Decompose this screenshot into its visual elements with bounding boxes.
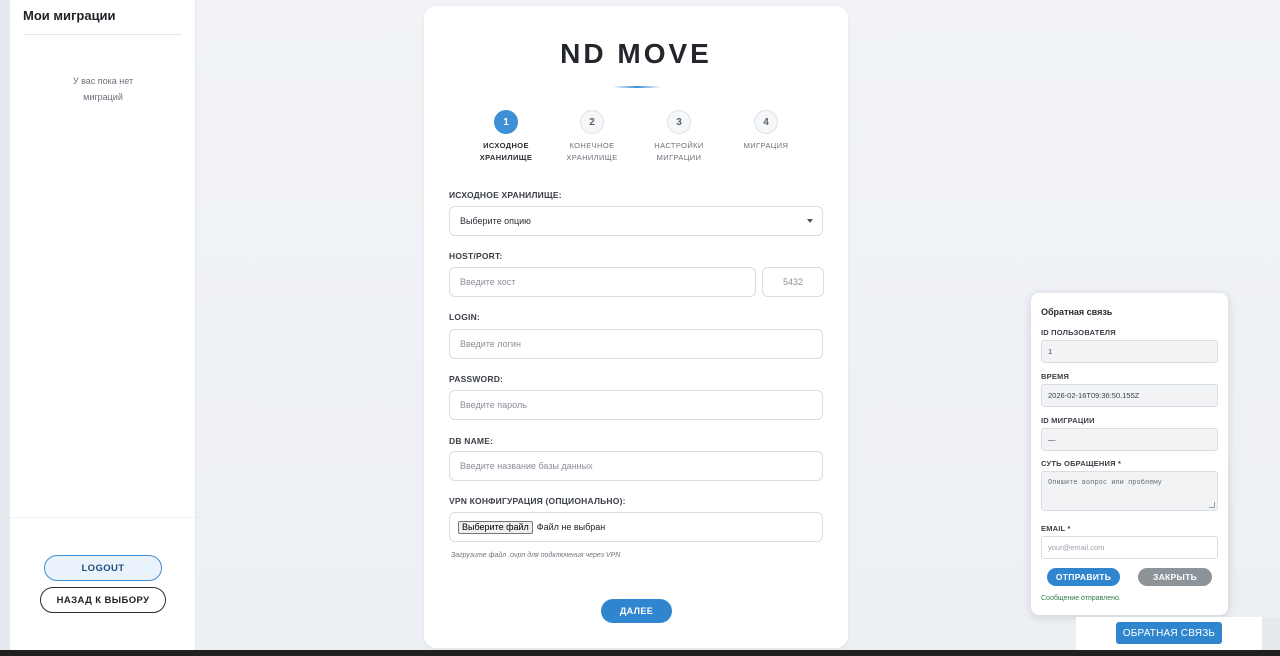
host-port-label: HOST/PORT: bbox=[449, 251, 503, 261]
sidebar-empty-message: У вас пока нет миграций bbox=[50, 73, 156, 105]
login-placeholder: Введите логин bbox=[460, 339, 521, 349]
resize-grip-icon[interactable] bbox=[1209, 502, 1215, 508]
step-4[interactable]: 4 МИГРАЦИЯ bbox=[726, 110, 806, 152]
step-label-line: МИГРАЦИИ bbox=[656, 153, 702, 162]
migration-id-value: — bbox=[1048, 435, 1056, 444]
nd-move-logo: ND MOVE bbox=[560, 38, 712, 69]
login-label: LOGIN: bbox=[449, 312, 480, 322]
subject-textarea[interactable]: Опишите вопрос или проблему bbox=[1041, 471, 1218, 511]
vpn-file-field: Выберите файл Файл не выбран bbox=[449, 512, 823, 542]
sidebar: Мои миграции У вас пока нет миграций LOG… bbox=[10, 0, 196, 650]
status-message: Сообщение отправлено. bbox=[1041, 595, 1121, 602]
step-label-line: ИСХОДНОЕ bbox=[483, 141, 529, 150]
email-label: EMAIL * bbox=[1041, 524, 1071, 533]
user-id-label: ID ПОЛЬЗОВАТЕЛЯ bbox=[1041, 328, 1116, 337]
feedback-panel: Обратная связь ID ПОЛЬЗОВАТЕЛЯ 1 ВРЕМЯ 2… bbox=[1031, 293, 1228, 615]
step-label: МИГРАЦИЯ bbox=[726, 140, 806, 152]
step-label-line: КОНЕЧНОЕ bbox=[569, 141, 615, 150]
dbname-input[interactable]: Введите название базы данных bbox=[449, 451, 823, 481]
source-storage-value: Выберите опцию bbox=[460, 216, 531, 226]
subject-label: СУТЬ ОБРАЩЕНИЯ * bbox=[1041, 459, 1122, 468]
dbname-placeholder: Введите название базы данных bbox=[460, 461, 593, 471]
migration-wizard-card: ND MOVE 1 ИСХОДНОЕ ХРАНИЛИЩЕ 2 КОНЕЧНОЕ … bbox=[424, 6, 848, 648]
source-storage-select[interactable]: Выберите опцию bbox=[449, 206, 823, 236]
step-number: 4 bbox=[754, 110, 778, 134]
next-button[interactable]: ДАЛЕЕ bbox=[601, 599, 672, 623]
step-label: НАСТРОЙКИ МИГРАЦИИ bbox=[639, 140, 719, 164]
subject-placeholder: Опишите вопрос или проблему bbox=[1048, 478, 1162, 486]
host-placeholder: Введите хост bbox=[460, 277, 516, 287]
step-number: 3 bbox=[667, 110, 691, 134]
user-id-value: 1 bbox=[1048, 347, 1053, 356]
step-label-line: ХРАНИЛИЩЕ bbox=[479, 153, 533, 162]
left-edge-strip bbox=[0, 0, 10, 650]
sidebar-empty-line: миграций bbox=[83, 92, 123, 102]
step-2[interactable]: 2 КОНЕЧНОЕ ХРАНИЛИЩЕ bbox=[552, 110, 632, 164]
source-storage-label: ИСХОДНОЕ ХРАНИЛИЩЕ: bbox=[449, 190, 562, 200]
file-status: Файл не выбран bbox=[536, 522, 606, 532]
dbname-label: DB NAME: bbox=[449, 436, 494, 446]
sidebar-divider bbox=[23, 34, 182, 35]
step-label: КОНЕЧНОЕ ХРАНИЛИЩЕ bbox=[552, 140, 632, 164]
vpn-hint: Загрузите файл .ovpn для подключения чер… bbox=[451, 552, 621, 559]
email-placeholder: your@email.com bbox=[1048, 543, 1105, 552]
step-number: 1 bbox=[494, 110, 518, 134]
user-id-field: 1 bbox=[1041, 340, 1218, 363]
sidebar-title: Мои миграции bbox=[23, 8, 116, 23]
feedback-title: Обратная связь bbox=[1041, 307, 1113, 317]
vpn-config-label: VPN КОНФИГУРАЦИЯ (ОПЦИОНАЛЬНО): bbox=[449, 496, 626, 506]
step-number: 2 bbox=[580, 110, 604, 134]
close-button[interactable]: ЗАКРЫТЬ bbox=[1138, 568, 1212, 586]
time-value: 2026-02-16T09:36:50.155Z bbox=[1048, 391, 1140, 400]
step-label-line: НАСТРОЙКИ bbox=[654, 141, 704, 150]
step-1[interactable]: 1 ИСХОДНОЕ ХРАНИЛИЩЕ bbox=[466, 110, 546, 164]
sidebar-bottom-divider bbox=[10, 517, 195, 518]
step-label: ИСХОДНОЕ ХРАНИЛИЩЕ bbox=[466, 140, 546, 164]
password-placeholder: Введите пароль bbox=[460, 400, 527, 410]
migration-id-label: ID МИГРАЦИИ bbox=[1041, 416, 1095, 425]
feedback-tab-button[interactable]: ОБРАТНАЯ СВЯЗЬ bbox=[1116, 622, 1222, 644]
port-placeholder: 5432 bbox=[782, 277, 804, 287]
sidebar-empty-line: У вас пока нет bbox=[72, 76, 134, 86]
port-input[interactable]: 5432 bbox=[762, 267, 824, 297]
email-input[interactable]: your@email.com bbox=[1041, 536, 1218, 559]
choose-file-button[interactable]: Выберите файл bbox=[458, 520, 533, 534]
time-label: ВРЕМЯ bbox=[1041, 372, 1070, 381]
step-3[interactable]: 3 НАСТРОЙКИ МИГРАЦИИ bbox=[639, 110, 719, 164]
back-to-selection-button[interactable]: НАЗАД К ВЫБОРУ bbox=[40, 587, 166, 613]
migration-id-field: — bbox=[1041, 428, 1218, 451]
step-label-line: МИГРАЦИЯ bbox=[743, 141, 789, 150]
time-field: 2026-02-16T09:36:50.155Z bbox=[1041, 384, 1218, 407]
login-input[interactable]: Введите логин bbox=[449, 329, 823, 359]
logo-underline bbox=[613, 86, 661, 88]
step-label-line: ХРАНИЛИЩЕ bbox=[566, 153, 618, 162]
taskbar bbox=[0, 650, 1280, 656]
password-input[interactable]: Введите пароль bbox=[449, 390, 823, 420]
password-label: PASSWORD: bbox=[449, 374, 504, 384]
chevron-down-icon bbox=[807, 219, 813, 223]
host-input[interactable]: Введите хост bbox=[449, 267, 756, 297]
send-button[interactable]: ОТПРАВИТЬ bbox=[1047, 568, 1120, 586]
logout-button[interactable]: LOGOUT bbox=[44, 555, 162, 581]
right-edge-strip bbox=[1262, 617, 1280, 650]
